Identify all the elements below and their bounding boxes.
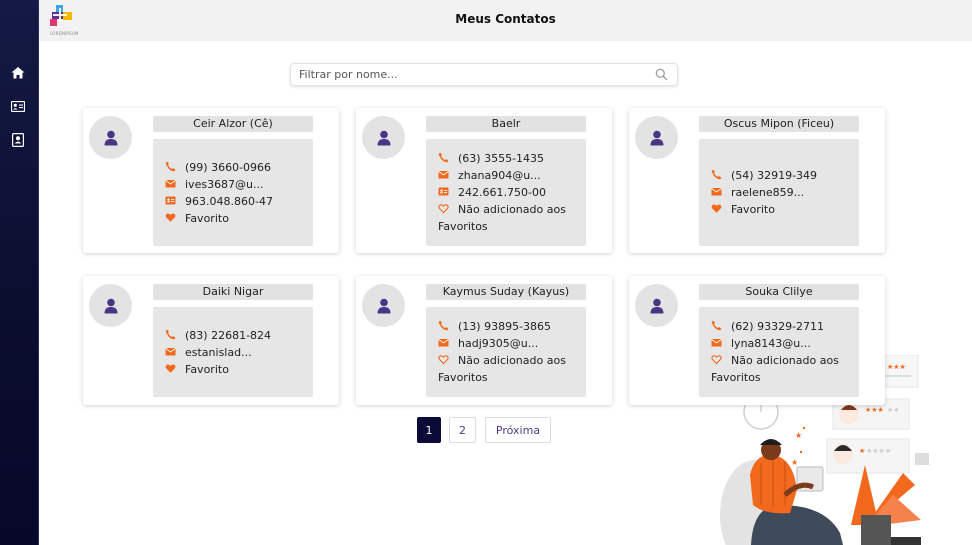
- phone-icon: [438, 320, 449, 331]
- contact-name: Souka Clilye: [699, 284, 859, 300]
- user-icon: [650, 298, 663, 313]
- email-icon: [711, 339, 722, 347]
- contact-info: (54) 32919-349 raelene859... Favorito: [699, 139, 859, 246]
- contact-info: (13) 93895-3865 hadj9305@u... Não adicio…: [426, 307, 586, 397]
- email-icon: [438, 339, 449, 347]
- svg-text:★: ★: [795, 431, 802, 440]
- contact-email: raelene859...: [731, 186, 805, 199]
- header: LOREMIPSUM Meus Contatos: [39, 0, 972, 41]
- contact-phone: (99) 3660-0966: [185, 160, 272, 174]
- contact-name: Kaymus Suday (Kayus): [426, 284, 586, 300]
- avatar: [635, 284, 678, 327]
- svg-text:★★★: ★★★: [865, 406, 884, 414]
- contact-name: Ceir Alzor (Cê): [153, 116, 313, 132]
- contact-phone: (83) 22681-824: [185, 328, 272, 342]
- sidebar: [0, 0, 39, 545]
- phone-icon: [165, 329, 176, 339]
- avatar: [362, 284, 405, 327]
- favorite-status: Não adicionado aos Favoritos: [438, 203, 566, 233]
- avatar: [89, 116, 132, 159]
- email-icon: [165, 347, 176, 355]
- contact-card[interactable]: Souka Clilye (62) 93329-2711 lyna8143@u.…: [629, 276, 885, 405]
- contact-name: Oscus Mipon (Ficeu): [699, 116, 859, 132]
- heart-filled-icon[interactable]: [165, 212, 176, 223]
- contacts-book-icon[interactable]: [9, 131, 27, 149]
- favorite-status: Favorito: [185, 362, 229, 376]
- user-icon: [377, 130, 390, 145]
- favorite-status: Favorito: [185, 211, 229, 225]
- email-icon: [165, 179, 176, 187]
- svg-text:★: ★: [791, 458, 798, 467]
- favorite-status: Não adicionado aos Favoritos: [711, 354, 839, 384]
- phone-icon: [438, 152, 449, 163]
- contact-phone: (54) 32919-349: [731, 169, 818, 182]
- next-page-button[interactable]: Próxima: [485, 417, 551, 443]
- contact-phone: (63) 3555-1435: [458, 152, 545, 165]
- id-card-icon: [438, 187, 449, 196]
- avatar: [89, 284, 132, 327]
- contact-info: (83) 22681-824 estanislad... Favorito: [153, 307, 313, 397]
- contact-document: 963.048.860-47: [185, 194, 273, 208]
- page-2-button[interactable]: 2: [449, 417, 476, 443]
- page-title: Meus Contatos: [455, 12, 556, 26]
- page-1-button[interactable]: 1: [417, 417, 441, 443]
- contact-email: estanislad...: [185, 345, 252, 359]
- home-icon[interactable]: [9, 63, 27, 81]
- avatar: [635, 116, 678, 159]
- id-card-icon[interactable]: [9, 97, 27, 115]
- contact-card[interactable]: Kaymus Suday (Kayus) (13) 93895-3865 had…: [356, 276, 612, 405]
- contact-email: zhana904@u...: [458, 169, 541, 182]
- contact-email: ives3687@u...: [185, 177, 264, 191]
- search-input[interactable]: [290, 63, 678, 86]
- contact-card[interactable]: Ceir Alzor (Cê) (99) 3660-0966 ives3687@…: [83, 108, 339, 253]
- contact-phone: (13) 93895-3865: [458, 320, 552, 333]
- heart-outline-icon[interactable]: [438, 354, 449, 365]
- user-icon: [104, 298, 117, 313]
- phone-icon: [711, 169, 722, 180]
- heart-filled-icon[interactable]: [711, 203, 722, 214]
- svg-text:★★: ★★: [887, 406, 900, 414]
- contact-info: (99) 3660-0966 ives3687@u... 963.048.860…: [153, 139, 313, 246]
- avatar: [362, 116, 405, 159]
- heart-outline-icon[interactable]: [438, 203, 449, 214]
- contact-name: Daiki Nigar: [153, 284, 313, 300]
- logo-text: LOREMIPSUM: [50, 31, 79, 36]
- contact-card[interactable]: Daiki Nigar (83) 22681-824 estanislad...…: [83, 276, 339, 405]
- phone-icon: [165, 161, 176, 171]
- contact-phone: (62) 93329-2711: [731, 320, 825, 333]
- svg-text:★★★★: ★★★★: [866, 447, 891, 455]
- user-icon: [650, 130, 663, 145]
- heart-outline-icon[interactable]: [711, 354, 722, 365]
- contact-card[interactable]: Baelr (63) 3555-1435 zhana904@u... 242.6…: [356, 108, 612, 253]
- contact-email: hadj9305@u...: [458, 337, 539, 350]
- favorite-status: Não adicionado aos Favoritos: [438, 354, 566, 384]
- user-icon: [104, 130, 117, 145]
- contact-document: 242.661.750-00: [458, 186, 546, 199]
- contact-email: lyna8143@u...: [731, 337, 811, 350]
- heart-filled-icon[interactable]: [165, 363, 176, 374]
- svg-text:★: ★: [859, 447, 865, 455]
- user-icon: [377, 298, 390, 313]
- contact-card[interactable]: Oscus Mipon (Ficeu) (54) 32919-349 raele…: [629, 108, 885, 253]
- email-icon: [711, 188, 722, 196]
- email-icon: [438, 171, 449, 179]
- contact-name: Baelr: [426, 116, 586, 132]
- contact-info: (63) 3555-1435 zhana904@u... 242.661.750…: [426, 139, 586, 246]
- search-icon[interactable]: [655, 68, 668, 81]
- contact-info: (62) 93329-2711 lyna8143@u... Não adicio…: [699, 307, 859, 397]
- id-card-icon: [165, 196, 176, 204]
- favorite-status: Favorito: [731, 203, 775, 216]
- phone-icon: [711, 320, 722, 331]
- svg-text:★★★: ★★★: [887, 363, 906, 371]
